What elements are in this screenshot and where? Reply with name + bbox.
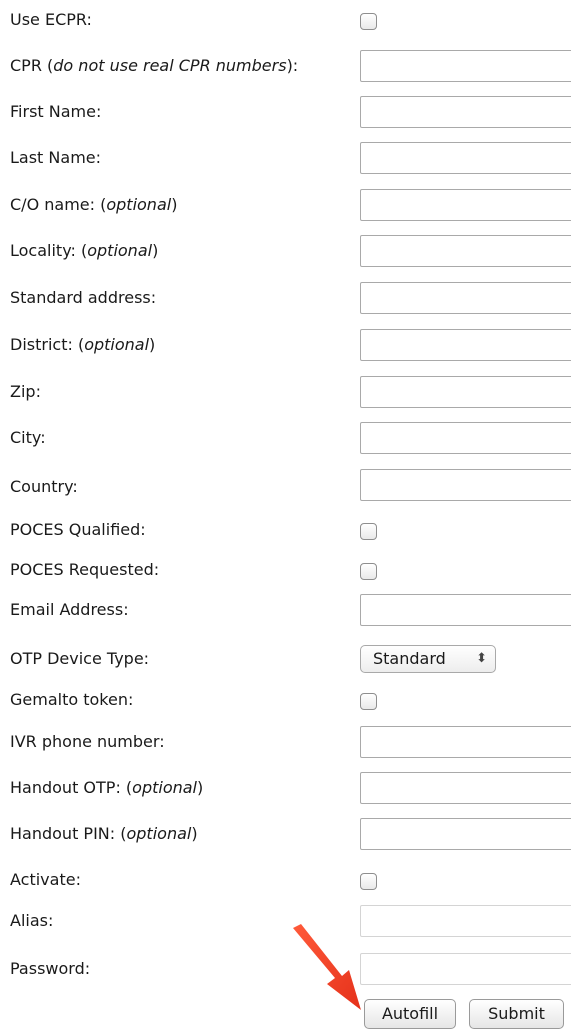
country-input[interactable] [360, 469, 571, 501]
city-label: City: [10, 428, 46, 447]
gemalto-token-checkbox[interactable] [360, 693, 377, 710]
cpr-input[interactable] [360, 50, 571, 82]
password-label: Password: [10, 959, 91, 978]
zip-input[interactable] [360, 376, 571, 408]
first-name-label: First Name: [10, 102, 102, 121]
autofill-button[interactable]: Autofill [364, 999, 456, 1029]
standard-address-label: Standard address: [10, 288, 157, 307]
poces-qualified-checkbox[interactable] [360, 523, 377, 540]
use-ecpr-label: Use ECPR: [10, 10, 92, 29]
co-name-label: C/O name: (optional) [10, 195, 178, 214]
handout-pin-label: Handout PIN: (optional) [10, 824, 198, 843]
select-arrows-icon: ⬍ [476, 651, 487, 666]
annotation-arrow-icon [293, 924, 361, 1010]
submit-button[interactable]: Submit [469, 999, 564, 1029]
first-name-input[interactable] [360, 96, 571, 128]
password-input[interactable] [360, 953, 571, 985]
locality-label: Locality: (optional) [10, 241, 159, 260]
poces-requested-label: POCES Requested: [10, 560, 160, 579]
ivr-phone-input[interactable] [360, 726, 571, 758]
gemalto-token-label: Gemalto token: [10, 690, 134, 709]
otp-device-type-select[interactable]: Standard ⬍ [360, 645, 496, 673]
otp-device-type-selected: Standard [373, 649, 446, 668]
district-label: District: (optional) [10, 335, 156, 354]
email-label: Email Address: [10, 600, 129, 619]
zip-label: Zip: [10, 382, 41, 401]
locality-input[interactable] [360, 235, 571, 267]
poces-requested-checkbox[interactable] [360, 563, 377, 580]
use-ecpr-checkbox[interactable] [360, 13, 377, 30]
last-name-label: Last Name: [10, 148, 102, 167]
email-input[interactable] [360, 594, 571, 626]
country-label: Country: [10, 477, 78, 496]
alias-label: Alias: [10, 911, 54, 930]
activate-label: Activate: [10, 870, 81, 889]
ivr-phone-label: IVR phone number: [10, 732, 165, 751]
last-name-input[interactable] [360, 142, 571, 174]
cpr-label: CPR (do not use real CPR numbers): [10, 56, 299, 75]
handout-otp-label: Handout OTP: (optional) [10, 778, 204, 797]
standard-address-input[interactable] [360, 282, 571, 314]
district-input[interactable] [360, 329, 571, 361]
activate-checkbox[interactable] [360, 873, 377, 890]
poces-qualified-label: POCES Qualified: [10, 520, 146, 539]
handout-pin-input[interactable] [360, 818, 571, 850]
city-input[interactable] [360, 422, 571, 454]
alias-input[interactable] [360, 905, 571, 937]
otp-device-type-label: OTP Device Type: [10, 649, 150, 668]
handout-otp-input[interactable] [360, 772, 571, 804]
co-name-input[interactable] [360, 189, 571, 221]
